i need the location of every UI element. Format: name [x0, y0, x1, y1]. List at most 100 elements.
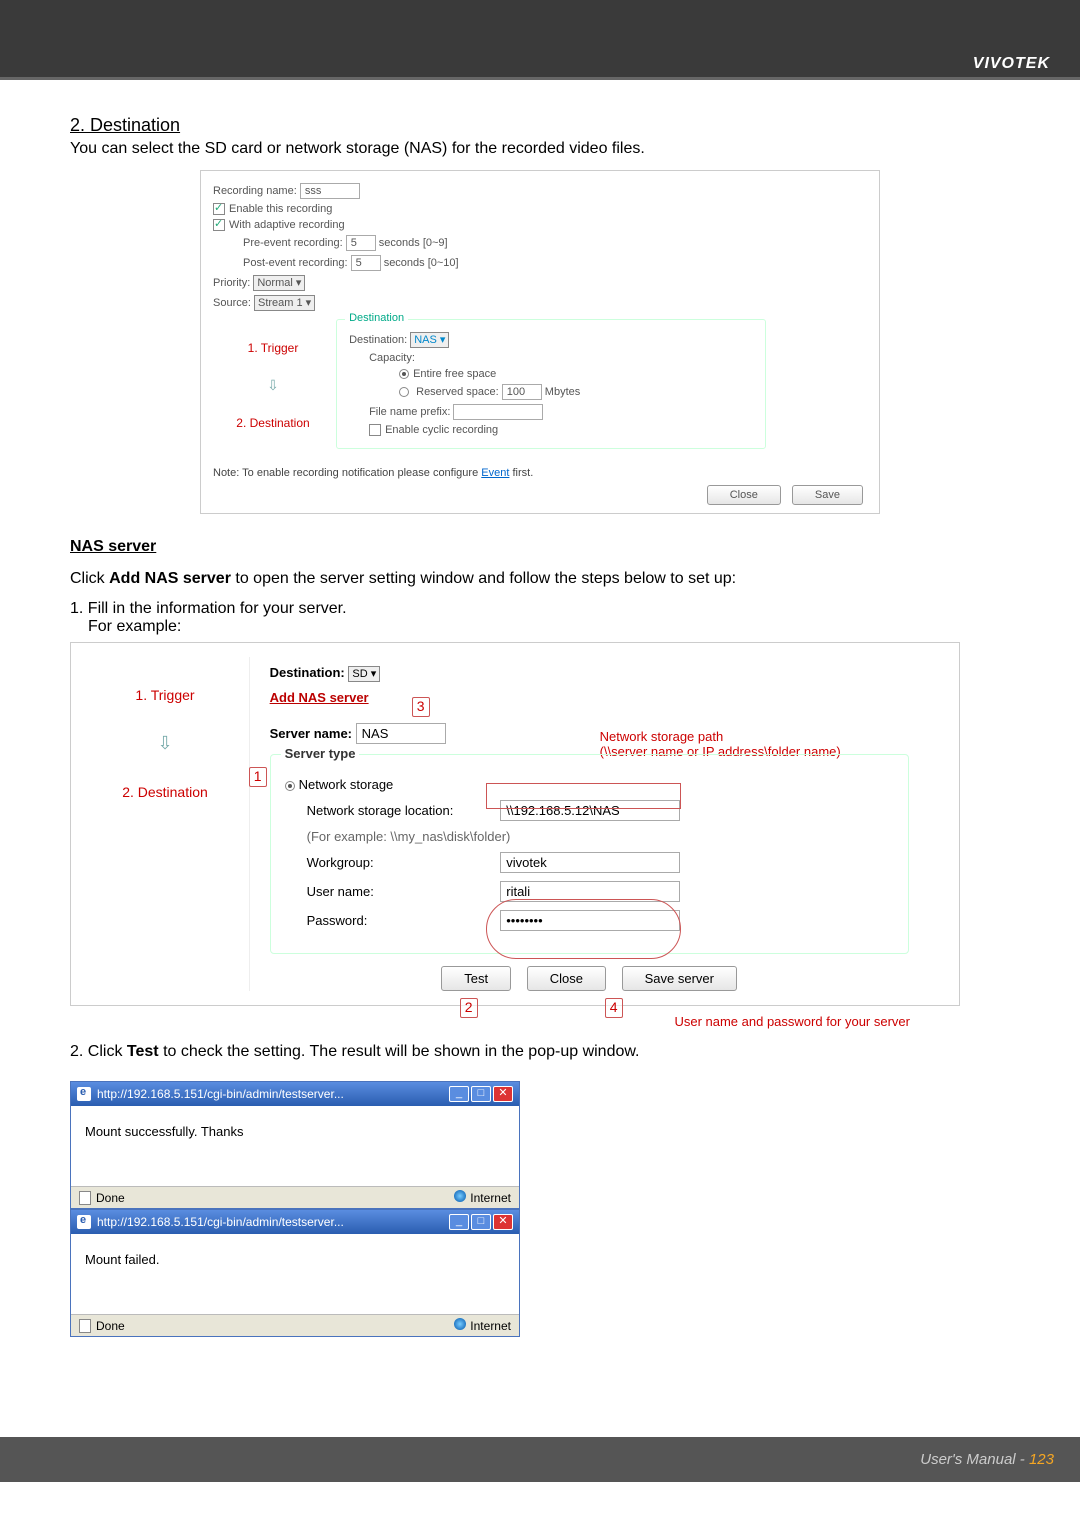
popup-body-ok: Mount successfully. Thanks [71, 1106, 519, 1186]
down-arrow-icon: ⇩ [85, 733, 245, 754]
event-link[interactable]: Event [481, 467, 509, 479]
ann-box-path [486, 783, 681, 809]
reserved-radio[interactable] [399, 387, 409, 397]
close-button[interactable]: Close [707, 485, 781, 505]
pre-hint: seconds [0~9] [379, 237, 448, 249]
close-icon[interactable]: ✕ [493, 1086, 513, 1102]
recording-name-input[interactable]: sss [300, 183, 360, 199]
adaptive-checkbox[interactable] [213, 219, 225, 231]
header-bar: VIVOTEK [0, 0, 1080, 80]
close-icon[interactable]: ✕ [493, 1214, 513, 1230]
step-trigger: 1. Trigger [213, 341, 333, 355]
nas-text-bold: Add NAS server [109, 570, 231, 587]
ns-radio[interactable] [285, 781, 295, 791]
popup-url: http://192.168.5.151/cgi-bin/admin/tests… [97, 1087, 344, 1101]
dest-select[interactable]: NAS ▾ [410, 332, 449, 348]
recording-name-label: Recording name: [213, 185, 297, 197]
minimize-icon[interactable]: _ [449, 1214, 469, 1230]
test-line-post: to check the setting. The result will be… [159, 1043, 640, 1060]
page-icon [79, 1191, 91, 1205]
popup-url: http://192.168.5.151/cgi-bin/admin/tests… [97, 1215, 344, 1229]
popup-fail: http://192.168.5.151/cgi-bin/admin/tests… [70, 1209, 520, 1337]
reserved-label: Reserved space: [416, 386, 499, 398]
server-name-label: Server name: [270, 726, 352, 741]
nas-text-pre: Click [70, 570, 109, 587]
section-intro: You can select the SD card or network st… [70, 140, 1010, 158]
brand-label: VIVOTEK [0, 0, 1080, 73]
minimize-icon[interactable]: _ [449, 1086, 469, 1102]
maximize-icon[interactable]: □ [471, 1086, 491, 1102]
pre-label: Pre-event recording: [243, 237, 343, 249]
mark-2: 2 [460, 998, 478, 1018]
maximize-icon[interactable]: □ [471, 1214, 491, 1230]
section-title: 2. Destination [70, 115, 1010, 136]
nas-panel: 1. Trigger ⇩ 2. Destination Destination:… [70, 642, 960, 1006]
save-button[interactable]: Save [792, 485, 863, 505]
mark-3: 3 [412, 697, 430, 717]
globe-icon [454, 1318, 466, 1330]
priority-select[interactable]: Normal ▾ [253, 275, 305, 291]
p2-dest-label: Destination: [270, 665, 345, 680]
status-done: Done [96, 1191, 125, 1205]
pre-input[interactable]: 5 [346, 235, 376, 251]
cyclic-checkbox[interactable] [369, 424, 381, 436]
globe-icon [454, 1190, 466, 1202]
nas-text-post: to open the server setting window and fo… [231, 570, 736, 587]
status-internet: Internet [470, 1191, 511, 1205]
nas-heading: NAS server [70, 538, 1010, 556]
post-label: Post-event recording: [243, 257, 348, 269]
add-nas-link[interactable]: Add NAS server [270, 690, 369, 705]
footer-bar: User's Manual - 123 [0, 1437, 1080, 1482]
wg-input[interactable]: vivotek [500, 852, 680, 873]
test-bold: Test [127, 1043, 159, 1060]
popup-titlebar: http://192.168.5.151/cgi-bin/admin/tests… [71, 1210, 519, 1234]
recording-panel: Recording name: sss Enable this recordin… [200, 170, 880, 514]
down-arrow-icon: ⇩ [213, 377, 333, 394]
popup-row: http://192.168.5.151/cgi-bin/admin/tests… [70, 1081, 1010, 1337]
close2-button[interactable]: Close [527, 966, 606, 991]
page-body: 2. Destination You can select the SD car… [0, 80, 1080, 1357]
priority-label: Priority: [213, 277, 250, 289]
page-icon [79, 1319, 91, 1333]
step-destination: 2. Destination [213, 416, 333, 430]
test-button[interactable]: Test [441, 966, 511, 991]
ann-path: Network storage path [600, 729, 841, 744]
note-text: Note: To enable recording notification p… [213, 467, 478, 479]
p2-steps: 1. Trigger ⇩ 2. Destination [85, 657, 245, 830]
p2-dest-select[interactable]: SD ▾ [348, 666, 380, 682]
enable-label: Enable this recording [229, 203, 332, 215]
source-label: Source: [213, 297, 251, 309]
status-internet: Internet [470, 1319, 511, 1333]
user-label: User name: [307, 884, 497, 899]
save-server-button[interactable]: Save server [622, 966, 737, 991]
cyclic-label: Enable cyclic recording [385, 424, 498, 436]
source-select[interactable]: Stream 1 ▾ [254, 295, 315, 311]
ie-icon [77, 1215, 91, 1229]
mark-4: 4 [605, 998, 623, 1018]
destination-group: Destination Destination: NAS ▾ Capacity:… [336, 319, 766, 449]
server-name-input[interactable]: NAS [356, 723, 446, 744]
status-done: Done [96, 1319, 125, 1333]
footer-label: User's Manual - [920, 1451, 1029, 1468]
wg-label: Workgroup: [307, 855, 497, 870]
reserved-input[interactable]: 100 [502, 384, 542, 400]
test-line-pre: 2. Click [70, 1043, 127, 1060]
popup-titlebar: http://192.168.5.151/cgi-bin/admin/tests… [71, 1082, 519, 1106]
p2-step-destination: 2. Destination [85, 784, 245, 800]
post-input[interactable]: 5 [351, 255, 381, 271]
server-type-group: Server type 1 Network storage Network st… [270, 754, 909, 954]
server-type-legend: Server type [281, 746, 360, 761]
steps-side: 1. Trigger ⇩ 2. Destination [213, 319, 333, 452]
nas-example: For example: [70, 618, 1010, 636]
page-number: 123 [1029, 1451, 1054, 1468]
capacity-label: Capacity: [349, 352, 753, 364]
mark-1: 1 [249, 767, 267, 787]
ns-label: Network storage [299, 777, 394, 792]
ie-icon [77, 1087, 91, 1101]
entire-radio[interactable] [399, 369, 409, 379]
ns-hint: (For example: \\my_nas\disk\folder) [285, 829, 894, 844]
prefix-label: File name prefix: [369, 406, 450, 418]
adaptive-label: With adaptive recording [229, 219, 345, 231]
enable-checkbox[interactable] [213, 203, 225, 215]
prefix-input[interactable] [453, 404, 543, 420]
